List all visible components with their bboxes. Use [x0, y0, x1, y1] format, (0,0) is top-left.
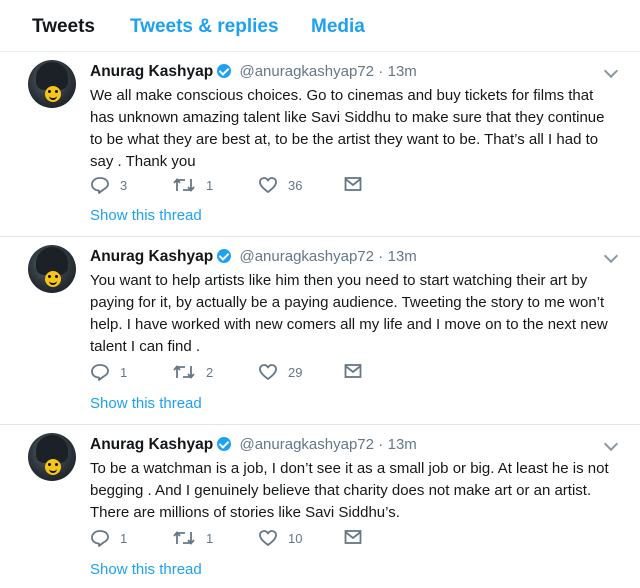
like-count: 36: [288, 177, 303, 193]
verified-badge-icon: [217, 249, 232, 263]
author-name[interactable]: Anurag Kashyap: [90, 63, 213, 80]
like-button[interactable]: 29: [258, 363, 302, 381]
author-name[interactable]: Anurag Kashyap: [90, 436, 213, 453]
tweet-timestamp[interactable]: 13m: [388, 248, 417, 265]
like-button[interactable]: 36: [258, 176, 302, 194]
reply-count: 1: [120, 530, 128, 546]
tweet[interactable]: Anurag Kashyap @anuragkashyap72 · 13m Yo…: [0, 237, 640, 425]
reply-icon: [91, 530, 109, 547]
retweet-icon: [173, 531, 195, 545]
author-handle[interactable]: @anuragkashyap72: [239, 248, 374, 265]
like-count: 10: [288, 530, 303, 546]
reply-icon: [91, 177, 109, 194]
avatar[interactable]: [28, 433, 76, 481]
more-options-chevron-icon[interactable]: [603, 436, 619, 452]
author-handle[interactable]: @anuragkashyap72: [239, 63, 374, 80]
tweet-header: Anurag Kashyap @anuragkashyap72 · 13m: [90, 435, 417, 454]
like-button[interactable]: 10: [258, 529, 302, 547]
tab-tweets-and-replies[interactable]: Tweets & replies: [130, 16, 279, 38]
heart-icon: [259, 177, 277, 193]
more-options-chevron-icon[interactable]: [603, 248, 619, 264]
author-name[interactable]: Anurag Kashyap: [90, 248, 213, 265]
reply-icon: [91, 364, 109, 381]
verified-badge-icon: [217, 64, 232, 78]
reply-button[interactable]: 1: [90, 363, 127, 381]
reply-count: 1: [120, 364, 128, 380]
retweet-count: 1: [206, 530, 214, 546]
tweet-timestamp[interactable]: 13m: [388, 63, 417, 80]
separator-dot: ·: [378, 436, 384, 453]
retweet-icon: [173, 365, 195, 379]
avatar[interactable]: [28, 60, 76, 108]
profile-tabs: Tweets Tweets & replies Media: [0, 0, 640, 52]
tweet-text: You want to help artists like him then y…: [90, 272, 608, 355]
envelope-icon: [344, 364, 362, 378]
verified-badge-icon: [217, 437, 232, 451]
direct-message-button[interactable]: [344, 363, 362, 379]
retweet-icon: [173, 178, 195, 192]
tweet-timestamp[interactable]: 13m: [388, 436, 417, 453]
retweet-button[interactable]: 1: [172, 176, 213, 194]
retweet-button[interactable]: 1: [172, 529, 213, 547]
avatar[interactable]: [28, 245, 76, 293]
tweet-header: Anurag Kashyap @anuragkashyap72 · 13m: [90, 247, 417, 266]
reply-button[interactable]: 1: [90, 529, 127, 547]
author-handle[interactable]: @anuragkashyap72: [239, 436, 374, 453]
show-thread-link[interactable]: Show this thread: [90, 561, 202, 578]
tweet-text: To be a watchman is a job, I don’t see i…: [90, 460, 609, 521]
tweet[interactable]: Anurag Kashyap @anuragkashyap72 · 13m To…: [0, 425, 640, 588]
separator-dot: ·: [378, 248, 384, 265]
retweet-count: 1: [206, 177, 214, 193]
tab-tweets[interactable]: Tweets: [32, 16, 95, 38]
tab-media[interactable]: Media: [311, 16, 365, 38]
show-thread-link[interactable]: Show this thread: [90, 395, 202, 412]
separator-dot: ·: [378, 63, 384, 80]
retweet-count: 2: [206, 364, 214, 380]
reply-button[interactable]: 3: [90, 176, 127, 194]
tweet[interactable]: Anurag Kashyap @anuragkashyap72 · 13m We…: [0, 52, 640, 237]
reply-count: 3: [120, 177, 128, 193]
show-thread-link[interactable]: Show this thread: [90, 207, 202, 224]
more-options-chevron-icon[interactable]: [603, 63, 619, 79]
heart-icon: [259, 364, 277, 380]
direct-message-button[interactable]: [344, 176, 362, 192]
envelope-icon: [344, 177, 362, 191]
retweet-button[interactable]: 2: [172, 363, 213, 381]
tweet-header: Anurag Kashyap @anuragkashyap72 · 13m: [90, 62, 417, 81]
heart-icon: [259, 530, 277, 546]
direct-message-button[interactable]: [344, 529, 362, 545]
like-count: 29: [288, 364, 303, 380]
tweet-text: We all make conscious choices. Go to cin…: [90, 87, 605, 170]
envelope-icon: [344, 530, 362, 544]
